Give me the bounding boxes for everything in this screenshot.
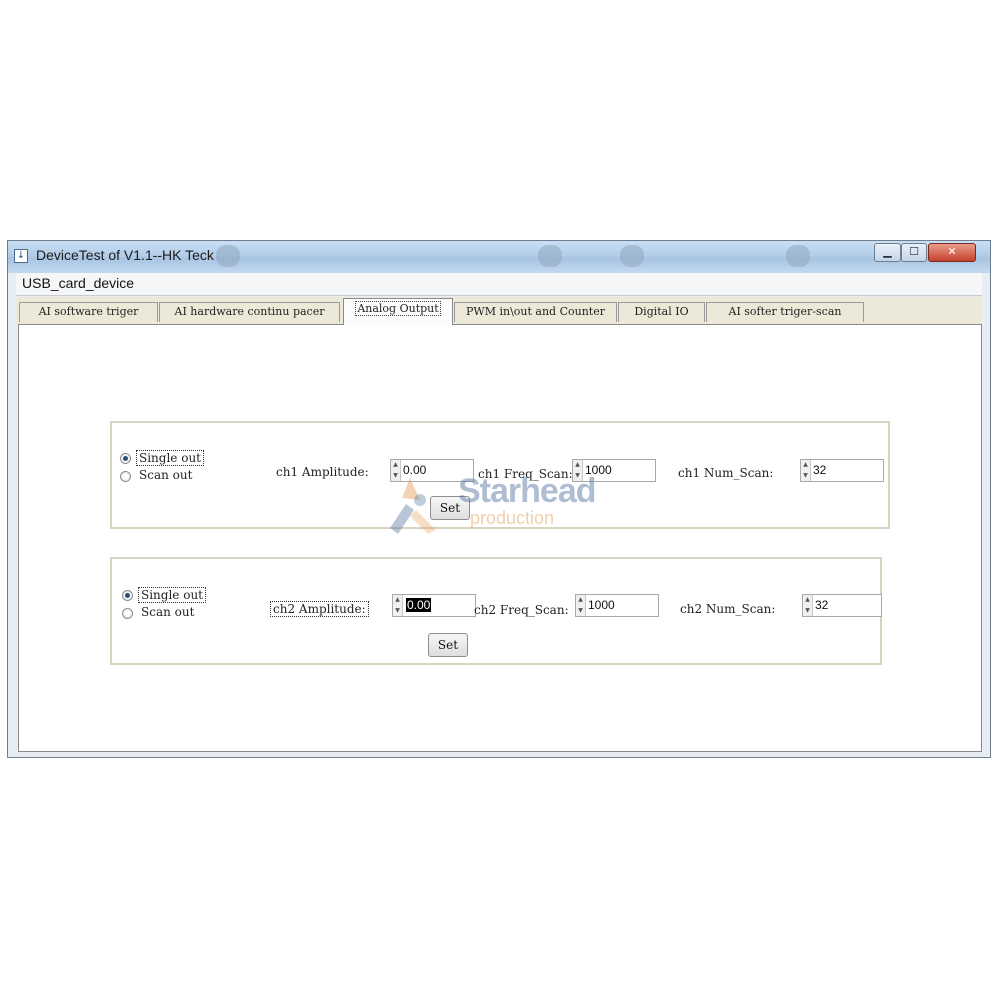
ch2-amplitude-label: ch2 Amplitude: [270, 601, 369, 617]
tab-digital-io[interactable]: Digital IO [618, 302, 705, 322]
window-title: DeviceTest of V1.1--HK Teck [36, 247, 214, 263]
spin-arrows[interactable]: ▲ ▼ [391, 460, 401, 481]
ch2-freq-scan-label: ch2 Freq_Scan: [474, 603, 569, 617]
ch1-amplitude-spinner[interactable]: ▲ ▼ 0.00 [390, 459, 474, 482]
ch2-num-scan-spinner[interactable]: ▲ ▼ 32 [802, 594, 882, 617]
ch2-num-scan-label: ch2 Num_Scan: [680, 602, 776, 616]
tab-pwm-counter[interactable]: PWM in\out and Counter [454, 302, 617, 322]
ch1-amplitude-value[interactable]: 0.00 [403, 463, 426, 477]
ch2-amplitude-spinner[interactable]: ▲ ▼ 0.00 [392, 594, 476, 617]
spin-up-arrow-icon[interactable]: ▲ [801, 460, 810, 470]
tab-label: AI softer triger-scan [728, 305, 842, 318]
tab-ai-software-triger[interactable]: AI software triger [19, 302, 158, 322]
ch1-freq-scan-label: ch1 Freq_Scan: [478, 467, 573, 481]
tab-label: AI hardware continu pacer [174, 305, 325, 318]
ch2-num-scan-value[interactable]: 32 [815, 598, 828, 612]
radio-button[interactable] [122, 590, 133, 601]
spin-down-arrow-icon[interactable]: ▼ [391, 471, 400, 481]
close-button[interactable]: ✕ [928, 243, 976, 262]
ch1-set-button[interactable]: Set [430, 496, 470, 520]
spin-arrows[interactable]: ▲ ▼ [576, 595, 586, 616]
radio-button[interactable] [120, 471, 131, 482]
spin-up-arrow-icon[interactable]: ▲ [803, 595, 812, 605]
spin-arrows[interactable]: ▲ ▼ [573, 460, 583, 481]
spin-up-arrow-icon[interactable]: ▲ [576, 595, 585, 605]
radio-label: Single out [136, 450, 204, 466]
ch1-freq-scan-spinner[interactable]: ▲ ▼ 1000 [572, 459, 656, 482]
tab-content-analog-output: Single out Scan out ch1 Amplitude: ▲ ▼ 0… [18, 324, 982, 752]
app-window-icon[interactable]: ↓ [14, 249, 28, 263]
tab-ai-softer-triger-scan[interactable]: AI softer triger-scan [706, 302, 864, 322]
menu-item-usb-card-device[interactable]: USB_card_device [22, 275, 134, 291]
radio-button[interactable] [120, 453, 131, 464]
ch2-amplitude-value[interactable]: 0.00 [406, 598, 432, 612]
radio-label: Single out [138, 587, 206, 603]
spin-down-arrow-icon[interactable]: ▼ [801, 471, 810, 481]
tab-label: Analog Output [355, 301, 441, 316]
tab-strip: AI software triger AI hardware continu p… [16, 297, 982, 325]
spin-arrows[interactable]: ▲ ▼ [803, 595, 813, 616]
maximize-button[interactable]: ☐ [901, 243, 927, 262]
background-blur-shape [620, 245, 644, 267]
app-window: ↓ DeviceTest of V1.1--HK Teck ▁ ☐ ✕ USB_… [7, 240, 991, 758]
spin-down-arrow-icon[interactable]: ▼ [576, 606, 585, 616]
background-blur-shape [216, 245, 240, 267]
background-blur-shape [538, 245, 562, 267]
ch1-freq-scan-value[interactable]: 1000 [585, 463, 612, 477]
ch2-freq-scan-spinner[interactable]: ▲ ▼ 1000 [575, 594, 659, 617]
spin-down-arrow-icon[interactable]: ▼ [393, 606, 402, 616]
ch1-group: Single out Scan out ch1 Amplitude: ▲ ▼ 0… [110, 421, 890, 529]
minimize-button[interactable]: ▁ [874, 243, 901, 262]
ch1-num-scan-label: ch1 Num_Scan: [678, 466, 774, 480]
spin-down-arrow-icon[interactable]: ▼ [573, 471, 582, 481]
spin-arrows[interactable]: ▲ ▼ [801, 460, 811, 481]
radio-label: Scan out [141, 605, 195, 619]
ch1-amplitude-label: ch1 Amplitude: [276, 465, 369, 479]
tab-label: PWM in\out and Counter [466, 305, 605, 318]
radio-button[interactable] [122, 608, 133, 619]
spin-down-arrow-icon[interactable]: ▼ [803, 606, 812, 616]
ch2-set-button[interactable]: Set [428, 633, 468, 657]
ch1-num-scan-value[interactable]: 32 [813, 463, 826, 477]
radio-label: Scan out [139, 468, 193, 482]
menu-bar: USB_card_device [16, 273, 982, 296]
spin-up-arrow-icon[interactable]: ▲ [391, 460, 400, 470]
ch1-num-scan-spinner[interactable]: ▲ ▼ 32 [800, 459, 884, 482]
ch2-group: Single out Scan out ch2 Amplitude: ▲ ▼ 0… [110, 557, 882, 665]
tab-analog-output[interactable]: Analog Output [343, 298, 453, 325]
title-bar[interactable]: ↓ DeviceTest of V1.1--HK Teck ▁ ☐ ✕ [8, 241, 990, 273]
tab-label: Digital IO [634, 305, 689, 318]
spin-up-arrow-icon[interactable]: ▲ [393, 595, 402, 605]
spin-up-arrow-icon[interactable]: ▲ [573, 460, 582, 470]
tab-ai-hardware-continu-pacer[interactable]: AI hardware continu pacer [159, 302, 340, 322]
ch2-freq-scan-value[interactable]: 1000 [588, 598, 615, 612]
spin-arrows[interactable]: ▲ ▼ [393, 595, 403, 616]
background-blur-shape [786, 245, 810, 267]
tab-label: AI software triger [38, 305, 139, 318]
